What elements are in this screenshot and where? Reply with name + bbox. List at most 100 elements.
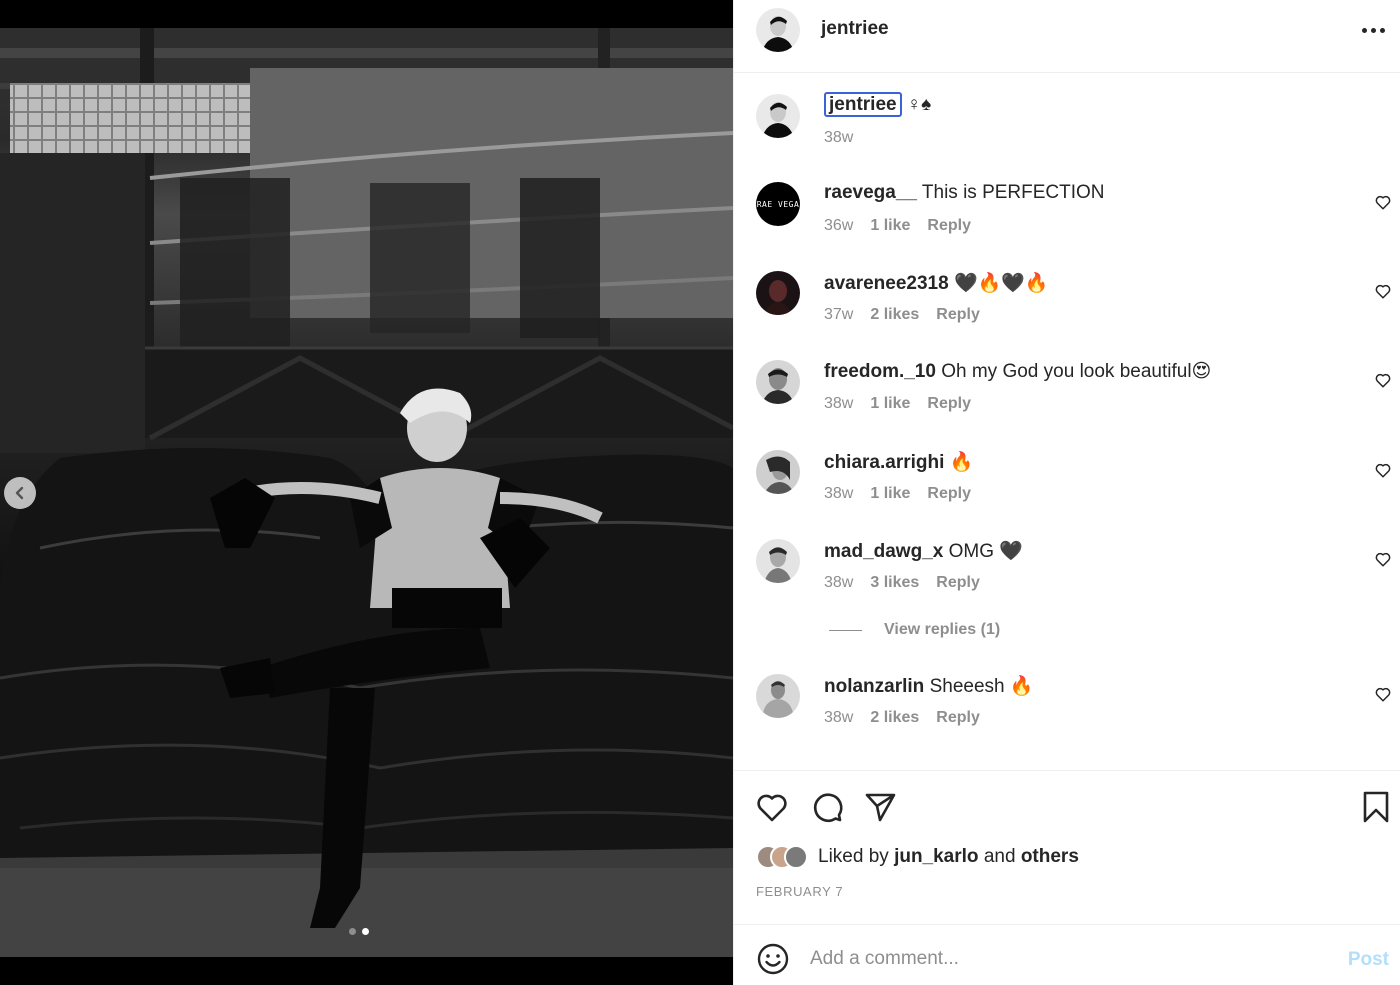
reply-button[interactable]: Reply [936, 306, 980, 324]
comment-meta: 38w 3 likes Reply [824, 574, 980, 592]
comment-likes[interactable]: 1 like [870, 395, 910, 413]
commenter-avatar[interactable] [756, 360, 800, 404]
view-replies-label: View replies (1) [884, 621, 1001, 638]
heart-icon[interactable] [1374, 193, 1392, 211]
commenter-avatar[interactable] [756, 674, 800, 718]
caption-meta: 38w [824, 129, 853, 147]
comment-text: avarenee2318 🖤🔥🖤🔥 [824, 271, 1049, 295]
comment-timestamp[interactable]: 37w [824, 306, 853, 324]
comment-body: 🔥 [949, 452, 974, 473]
comment-body: OMG 🖤 [948, 541, 1023, 562]
comments-list[interactable]: jentriee ♀♠ 38w RAE VEGA raevega__ This … [734, 73, 1400, 770]
reply-button[interactable]: Reply [927, 485, 971, 503]
caption-username[interactable]: jentriee [824, 92, 902, 117]
comment-text: raevega__ This is PERFECTION [824, 182, 1105, 204]
post-media [0, 0, 733, 985]
comment-username[interactable]: avarenee2318 [824, 273, 949, 294]
author-username[interactable]: jentriee [821, 18, 889, 40]
comment-timestamp[interactable]: 38w [824, 485, 853, 503]
comment-body: Sheeesh 🔥 [929, 676, 1034, 697]
comment-likes[interactable]: 2 likes [870, 709, 919, 727]
comment-username[interactable]: raevega__ [824, 182, 917, 203]
reply-button[interactable]: Reply [936, 709, 980, 727]
comment-body: Oh my God you look beautiful😍 [941, 361, 1212, 382]
commenter-avatar[interactable] [756, 450, 800, 494]
caption-text: jentriee ♀♠ [824, 92, 932, 117]
heart-icon[interactable] [1374, 685, 1392, 703]
reply-button[interactable]: Reply [936, 574, 980, 592]
reply-button[interactable]: Reply [927, 217, 971, 235]
heart-icon[interactable] [1374, 282, 1392, 300]
emoji-icon[interactable] [756, 942, 790, 976]
comment-meta: 36w 1 like Reply [824, 217, 971, 235]
profile-photo-icon [756, 94, 800, 138]
bookmark-icon[interactable] [1358, 789, 1394, 825]
post-actions: Liked by jun_karlo and others FEBRUARY 7 [734, 770, 1400, 924]
post-header: jentriee [734, 0, 1400, 73]
more-options-button[interactable] [1359, 20, 1387, 40]
likes-prefix: Liked by [818, 846, 889, 867]
profile-photo-icon [756, 450, 800, 494]
author-avatar[interactable] [756, 8, 800, 52]
comment-likes[interactable]: 1 like [870, 217, 910, 235]
profile-photo-icon [756, 8, 800, 52]
comment-meta: 37w 2 likes Reply [824, 306, 980, 324]
carousel-dot [349, 928, 356, 935]
post-photo[interactable] [0, 28, 733, 957]
liker-avatar[interactable] [784, 845, 808, 869]
comment-text: mad_dawg_x OMG 🖤 [824, 539, 1023, 563]
comment-icon[interactable] [809, 789, 845, 825]
post-comment-button[interactable]: Post [1348, 949, 1389, 971]
photo-illustration [0, 28, 733, 957]
comment-username[interactable]: chiara.arrighi [824, 452, 944, 473]
comment-username[interactable]: freedom._10 [824, 361, 936, 382]
commenter-avatar[interactable] [756, 271, 800, 315]
comment-input[interactable] [810, 939, 1330, 979]
reply-button[interactable]: Reply [927, 395, 971, 413]
heart-icon[interactable] [1374, 461, 1392, 479]
comment-username[interactable]: mad_dawg_x [824, 541, 943, 562]
comment-composer: Post [734, 924, 1400, 985]
comment-likes[interactable]: 1 like [870, 485, 910, 503]
post-date[interactable]: FEBRUARY 7 [756, 884, 843, 899]
likes-summary: Liked by jun_karlo and others [756, 845, 1079, 869]
paper-plane-icon[interactable] [862, 789, 898, 825]
comment-username[interactable]: nolanzarlin [824, 676, 924, 697]
comment-timestamp[interactable]: 38w [824, 574, 853, 592]
divider-line [829, 629, 862, 631]
profile-photo-icon [756, 674, 800, 718]
caption-avatar[interactable] [756, 94, 800, 138]
carousel-dot-active [362, 928, 369, 935]
comment-body: 🖤🔥🖤🔥 [953, 273, 1049, 294]
caption-timestamp[interactable]: 38w [824, 129, 853, 147]
comment-timestamp[interactable]: 38w [824, 395, 853, 413]
profile-photo-icon [756, 271, 800, 315]
heart-icon[interactable] [1374, 550, 1392, 568]
more-options-icon [1361, 27, 1367, 33]
comment-text: chiara.arrighi 🔥 [824, 450, 973, 474]
likes-others[interactable]: others [1021, 846, 1079, 867]
comment-timestamp[interactable]: 36w [824, 217, 853, 235]
likes-text[interactable]: Liked by jun_karlo and others [818, 846, 1079, 868]
likes-middle: and [983, 846, 1016, 867]
heart-icon[interactable] [754, 789, 790, 825]
commenter-avatar[interactable]: RAE VEGA [756, 182, 800, 226]
commenter-avatar[interactable] [756, 539, 800, 583]
comment-text: freedom._10 Oh my God you look beautiful… [824, 360, 1211, 383]
comment-meta: 38w 1 like Reply [824, 485, 971, 503]
comment-meta: 38w 1 like Reply [824, 395, 971, 413]
liker-username[interactable]: jun_karlo [894, 846, 978, 867]
caption-body: ♀♠ [906, 94, 932, 115]
heart-icon[interactable] [1374, 371, 1392, 389]
post-side-panel: jentriee jentriee ♀♠ 38w RAE VEGA raeveg… [733, 0, 1400, 985]
comment-likes[interactable]: 3 likes [870, 574, 919, 592]
profile-photo-icon [756, 539, 800, 583]
profile-photo-icon [756, 360, 800, 404]
view-replies-button[interactable]: View replies (1) [829, 621, 1000, 639]
chevron-left-icon [15, 486, 24, 500]
avatar-logo-text: RAE VEGA [756, 199, 800, 209]
previous-slide-button[interactable] [4, 477, 36, 509]
comment-likes[interactable]: 2 likes [870, 306, 919, 324]
comment-meta: 38w 2 likes Reply [824, 709, 980, 727]
comment-timestamp[interactable]: 38w [824, 709, 853, 727]
